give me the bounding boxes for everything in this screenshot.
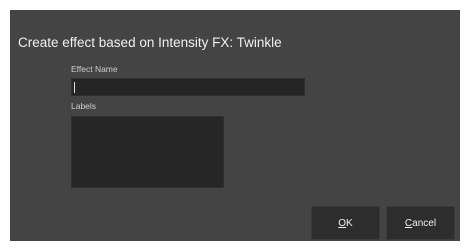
- dialog-title: Create effect based on Intensity FX: Twi…: [18, 35, 282, 50]
- ok-label-rest: K: [346, 217, 353, 229]
- labels-label: Labels: [71, 101, 97, 111]
- ok-mnemonic: O: [338, 217, 347, 229]
- create-effect-dialog: Create effect based on Intensity FX: Twi…: [10, 10, 460, 241]
- cancel-label-rest: ancel: [412, 217, 437, 229]
- cancel-button[interactable]: Cancel: [386, 206, 455, 240]
- labels-textarea[interactable]: [71, 116, 224, 188]
- text-caret: [74, 82, 75, 93]
- effect-name-label: Effect Name: [71, 64, 118, 74]
- ok-button[interactable]: OK: [311, 206, 380, 240]
- cancel-mnemonic: C: [404, 217, 413, 229]
- effect-name-input[interactable]: [71, 78, 305, 96]
